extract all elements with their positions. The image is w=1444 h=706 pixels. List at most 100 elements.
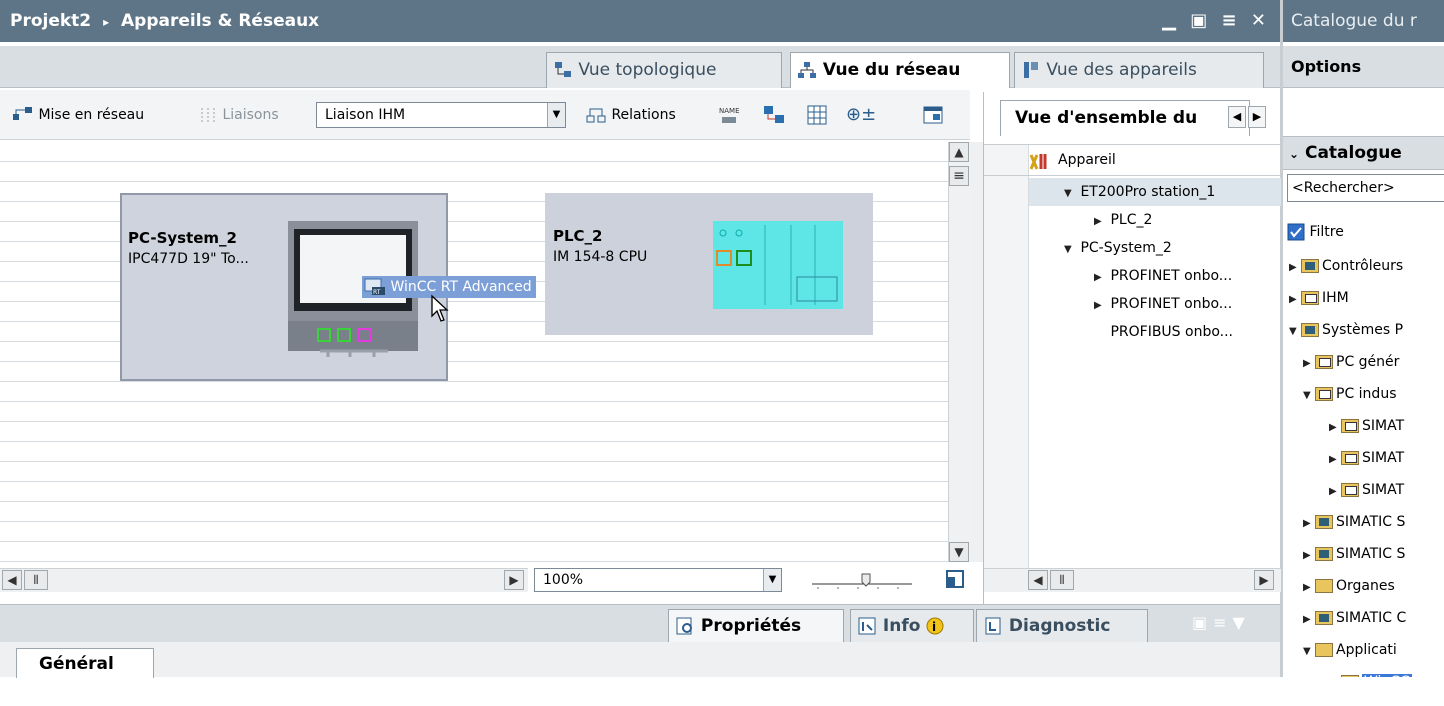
options-header[interactable]: Options: [1283, 46, 1444, 88]
canvas-vertical-scrollbar[interactable]: ▲ ≡ ▼: [948, 142, 970, 562]
scroll-thumb[interactable]: ≡: [949, 166, 969, 186]
catalog-tree-item[interactable]: ▶ SIMAT: [1329, 474, 1404, 506]
expand-icon[interactable]: ▼: [1064, 236, 1076, 264]
catalog-tree-item[interactable]: ▶ SIMATIC S: [1303, 506, 1405, 538]
section-title: Appareils & Réseaux: [121, 11, 320, 31]
catalog-item-label: SIMATIC S: [1336, 546, 1406, 562]
tab-topology-view[interactable]: Vue topologique: [546, 52, 782, 88]
tab-properties[interactable]: Propriétés: [668, 609, 844, 643]
networking-button[interactable]: Mise en réseau: [12, 102, 144, 128]
expand-icon[interactable]: ▶: [1094, 264, 1106, 292]
expand-icon[interactable]: ▶: [1094, 292, 1106, 320]
overview-splitter[interactable]: [970, 142, 983, 562]
checkbox-checked-icon[interactable]: [1287, 223, 1305, 241]
expand-icon[interactable]: ▼: [1289, 316, 1301, 348]
grid-icon[interactable]: [806, 104, 828, 126]
catalog-tree-item[interactable]: ▶ PC génér: [1303, 346, 1399, 378]
overview-column-header[interactable]: Appareil: [984, 144, 1281, 176]
catalog-tree-item[interactable]: ▶ SIMAT: [1329, 442, 1404, 474]
panel-layout-icon[interactable]: [922, 104, 944, 126]
zoom-bar: 100% ▼: [528, 568, 970, 592]
overview-row[interactable]: PROFIBUS onbo...: [1094, 318, 1233, 346]
scroll-left-icon[interactable]: ◀: [1028, 570, 1048, 590]
expand-icon[interactable]: ▶: [1329, 444, 1341, 476]
chevron-down-icon[interactable]: ▼: [547, 103, 565, 127]
catalog-tree-item[interactable]: ▶ SIMATIC C: [1303, 602, 1406, 634]
expand-icon[interactable]: ▼: [1303, 636, 1315, 668]
hscroll-thumb[interactable]: ⦀: [24, 570, 48, 590]
collapse-icon[interactable]: ⌄: [1289, 147, 1299, 161]
tab-scroll-right-icon[interactable]: ▶: [1248, 106, 1266, 128]
catalog-tree-item[interactable]: ▶ Organes: [1303, 570, 1395, 602]
catalog-tree-item[interactable]: ▶ Contrôleurs: [1289, 250, 1403, 282]
expand-icon[interactable]: ▶: [1094, 208, 1106, 236]
breadcrumb-separator: ▸: [103, 15, 110, 29]
catalog-section-header[interactable]: ⌄ Catalogue: [1283, 136, 1444, 170]
overview-row[interactable]: ▼ PC-System_2: [1064, 234, 1172, 262]
expand-icon[interactable]: ▶: [1289, 252, 1301, 284]
project-name[interactable]: Projekt2: [10, 11, 91, 31]
catalog-search-input[interactable]: <Rechercher>: [1287, 174, 1444, 202]
window-controls[interactable]: ▁ ▣ ≡ ✕: [1162, 0, 1270, 42]
connection-type-select[interactable]: Liaison IHM ▼: [316, 102, 566, 128]
scroll-up-icon[interactable]: ▲: [949, 142, 969, 162]
chevron-down-icon[interactable]: ▼: [763, 569, 781, 591]
networking-label: Mise en réseau: [38, 107, 145, 123]
tab-diagnostic[interactable]: Diagnostic: [976, 609, 1148, 643]
canvas-horizontal-scrollbar[interactable]: ◀ ⦀ ▶: [0, 568, 548, 592]
expand-icon[interactable]: ▶: [1303, 604, 1315, 636]
device-overview-panel: Vue d'ensemble du ◀ ▶ Appareil ▼ ET200Pr…: [983, 92, 1281, 606]
show-names-icon[interactable]: NAME: [718, 104, 742, 126]
fit-view-icon[interactable]: [944, 568, 966, 590]
catalog-tree-item[interactable]: ▶ IHM: [1289, 282, 1349, 314]
scroll-right-icon[interactable]: ▶: [504, 570, 524, 590]
folder-icon: [1315, 387, 1333, 401]
catalog-tree-item[interactable]: ▼ Systèmes P: [1289, 314, 1403, 346]
overview-row[interactable]: ▶ PROFINET onbo...: [1094, 262, 1232, 290]
tab-network-view[interactable]: Vue du réseau: [790, 52, 1010, 88]
zoom-select[interactable]: 100% ▼: [534, 568, 782, 592]
relations-button[interactable]: Relations: [585, 102, 676, 128]
tab-device-overview[interactable]: Vue d'ensemble du: [1000, 100, 1250, 136]
tab-scroll-left-icon[interactable]: ◀: [1228, 106, 1246, 128]
zoom-slider[interactable]: [808, 570, 918, 590]
expand-icon[interactable]: ▶: [1303, 508, 1315, 540]
catalog-tree-item[interactable]: WinCC: [1329, 666, 1412, 677]
overview-horizontal-scrollbar[interactable]: ◀ ⦀ ▶: [984, 568, 1281, 592]
options-label: Options: [1291, 57, 1362, 76]
catalog-tree-item[interactable]: ▼ Applicati: [1303, 634, 1397, 666]
folder-icon: [1315, 355, 1333, 369]
device-plc[interactable]: PLC_2 IM 154-8 CPU: [545, 193, 873, 335]
zoom-icon[interactable]: ⊕±: [846, 102, 876, 128]
expand-icon[interactable]: ▶: [1329, 412, 1341, 444]
device-type: IPC477D 19" To...: [128, 251, 249, 267]
catalog-tree-item[interactable]: ▶ SIMAT: [1329, 410, 1404, 442]
overview-row[interactable]: ▶ PLC_2: [1094, 206, 1152, 234]
expand-icon[interactable]: ▼: [1064, 180, 1076, 208]
expand-icon[interactable]: ▶: [1303, 348, 1315, 380]
scroll-right-icon[interactable]: ▶: [1254, 570, 1274, 590]
network-overview-icon[interactable]: [762, 104, 786, 126]
scroll-down-icon[interactable]: ▼: [949, 542, 969, 562]
tab-device-view[interactable]: Vue des appareils: [1014, 52, 1264, 88]
hscroll-thumb[interactable]: ⦀: [1050, 570, 1074, 590]
expand-icon[interactable]: ▶: [1329, 476, 1341, 508]
filter-checkbox[interactable]: Filtre: [1287, 216, 1344, 248]
general-label: Général: [39, 654, 114, 674]
device-name: PLC_2: [553, 227, 603, 245]
panel-controls-icon[interactable]: ▣≡▼: [1192, 613, 1251, 632]
overview-row[interactable]: ▼ ET200Pro station_1: [1064, 178, 1215, 206]
catalog-tree-item[interactable]: ▶ SIMATIC S: [1303, 538, 1405, 570]
overview-row[interactable]: ▶ PROFINET onbo...: [1094, 290, 1232, 318]
tab-general[interactable]: Général: [16, 648, 154, 678]
expand-icon[interactable]: ▶: [1289, 284, 1301, 316]
expand-icon[interactable]: ▶: [1303, 540, 1315, 572]
folder-icon: [1341, 451, 1359, 465]
catalog-tree-item[interactable]: ▼ PC indus: [1303, 378, 1396, 410]
connections-button[interactable]: Liaisons: [198, 102, 279, 128]
scroll-left-icon[interactable]: ◀: [2, 570, 22, 590]
tab-info[interactable]: Info i: [850, 609, 974, 643]
expand-icon[interactable]: ▶: [1303, 572, 1315, 604]
catalog-item-label: Systèmes P: [1322, 322, 1404, 338]
expand-icon[interactable]: ▼: [1303, 380, 1315, 412]
